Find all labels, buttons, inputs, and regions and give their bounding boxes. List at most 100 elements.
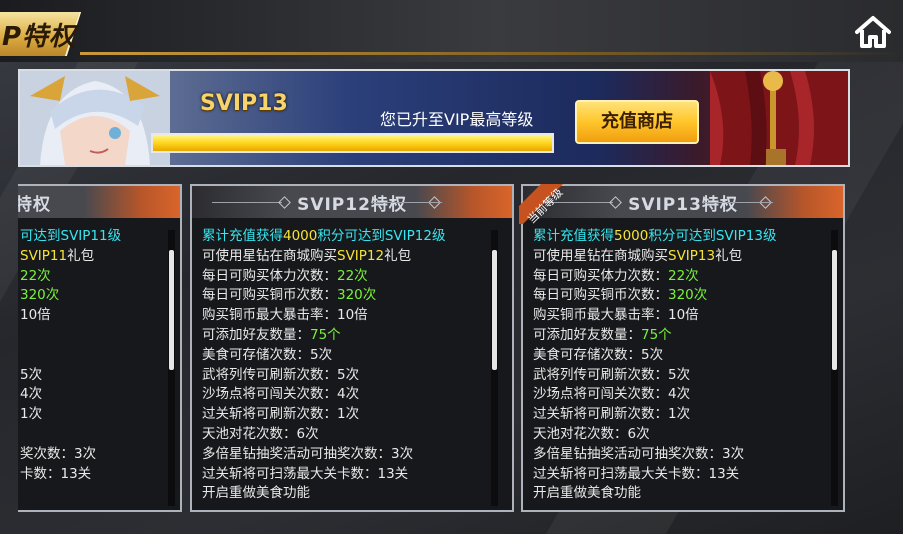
privilege-line: 10倍 <box>20 306 166 326</box>
privilege-text: 美食可存储次数：5次 <box>202 346 333 363</box>
vip-banner: SVIP13 您已升至VIP最高等级 充值商店 <box>18 69 850 167</box>
privilege-text: 320次 <box>668 287 708 304</box>
privilege-card-svip12: SVIP12特权 累计充值获得4000积分可达到SVIP12级 可使用星钻在商城购… <box>190 184 514 512</box>
privilege-line: 美食可存储次数：5次 <box>533 346 829 366</box>
svip-level-label: SVIP13 <box>200 91 288 116</box>
privilege-text: 天池对花次数：6次 <box>202 425 319 442</box>
privilege-line: 每日可购买体力次数：22次 <box>533 267 829 287</box>
privilege-cards-area[interactable]: 特权 可达到SVIP11级 SVIP11礼包 22次 320次 10倍 5次 4次 1次 奖… <box>18 180 853 520</box>
privilege-text: SVIP13 <box>668 247 716 264</box>
privilege-text: 22次 <box>20 267 51 284</box>
privilege-text: 每日可购买铜币次数： <box>533 287 668 304</box>
privilege-text: 320次 <box>337 287 377 304</box>
privilege-text: 5000 <box>614 228 649 244</box>
privilege-text: 卡数：13关 <box>20 465 92 482</box>
privilege-line <box>20 425 166 445</box>
privilege-line: 4次 <box>20 385 166 405</box>
privilege-line: 美食可存储次数：5次 <box>202 346 498 366</box>
privilege-line: 过关斩将可刷新次数：1次 <box>533 405 829 425</box>
privilege-line: 1次 <box>20 405 166 425</box>
card-scrollbar[interactable] <box>169 250 174 370</box>
privilege-line: 5次 <box>20 366 166 386</box>
privilege-text: 可达到SVIP11级 <box>20 228 122 244</box>
privilege-line: 每日可购买铜币次数：320次 <box>533 286 829 306</box>
privilege-text: 过关斩将可刷新次数：1次 <box>533 406 691 423</box>
privilege-text: 每日可购买体力次数： <box>533 267 668 284</box>
privilege-line: 可达到SVIP11级 <box>20 227 166 247</box>
card-lines: 累计充值获得4000积分可达到SVIP12级 可使用星钻在商城购买SVIP12礼包… <box>202 227 498 504</box>
privilege-text: 开启重做美食功能 <box>202 485 310 502</box>
privilege-line: 卡数：13关 <box>20 465 166 485</box>
privilege-text: 积分可达到SVIP12级 <box>317 228 446 244</box>
curtain-decoration <box>710 71 848 165</box>
privilege-line: 购买铜币最大暴击率：10倍 <box>533 306 829 326</box>
privilege-line: 可添加好友数量：75个 <box>202 326 498 346</box>
privilege-card-svip13: SVIP13特权 当前等级 累计充值获得5000积分可达到SVIP13级 可使用星… <box>519 184 845 512</box>
privilege-text: 75个 <box>310 326 341 343</box>
card-header: SVIP12特权 <box>192 186 512 218</box>
privilege-text: 22次 <box>337 267 368 284</box>
privilege-line: SVIP11礼包 <box>20 247 166 267</box>
current-level-badge: 当前等级 <box>519 184 565 224</box>
privilege-line: 320次 <box>20 286 166 306</box>
privilege-text: 累计充值获得 <box>533 228 614 244</box>
vip-progress-fill <box>153 135 552 151</box>
max-level-text: 您已升至VIP最高等级 <box>380 110 534 129</box>
privilege-text: 开启重做美食功能 <box>533 485 641 502</box>
privilege-text: 礼包 <box>384 247 412 264</box>
privilege-line <box>20 326 166 346</box>
privilege-text: 10倍 <box>20 307 51 324</box>
privilege-text: 每日可购买体力次数： <box>202 267 337 284</box>
title-decoration <box>703 202 773 203</box>
privilege-text: 奖次数：3次 <box>20 445 97 462</box>
privilege-text: 每日可购买铜币次数： <box>202 287 337 304</box>
privilege-line: 累计充值获得4000积分可达到SVIP12级 <box>202 227 498 247</box>
privilege-line: 累计充值获得5000积分可达到SVIP13级 <box>533 227 829 247</box>
privilege-text: 75个 <box>641 326 672 343</box>
privilege-text: 可使用星钻在商城购买 <box>202 247 337 264</box>
privilege-line: 开启重做美食功能 <box>533 484 829 504</box>
privilege-text: 4000 <box>283 228 318 244</box>
home-button[interactable] <box>853 14 893 50</box>
privilege-text: 多倍星钻抽奖活动可抽奖次数：3次 <box>202 445 414 462</box>
privilege-text: SVIP11 <box>20 247 68 264</box>
privilege-text: 过关斩将可扫荡最大关卡数：13关 <box>202 465 409 482</box>
privilege-text: 礼包 <box>67 247 95 264</box>
privilege-text: 累计充值获得 <box>202 228 283 244</box>
privilege-line: 每日可购买铜币次数：320次 <box>202 286 498 306</box>
privilege-text: 320次 <box>20 287 60 304</box>
title-underline <box>80 52 903 55</box>
privilege-text: 礼包 <box>715 247 743 264</box>
card-scrollbar[interactable] <box>492 250 497 370</box>
privilege-line: 过关斩将可扫荡最大关卡数：13关 <box>202 465 498 485</box>
privilege-line: 过关斩将可扫荡最大关卡数：13关 <box>533 465 829 485</box>
privilege-text: 美食可存储次数：5次 <box>533 346 664 363</box>
privilege-line: 武将列传可刷新次数：5次 <box>202 366 498 386</box>
card-lines: 累计充值获得5000积分可达到SVIP13级 可使用星钻在商城购买SVIP13礼包… <box>533 227 829 504</box>
privilege-line: 可使用星钻在商城购买SVIP12礼包 <box>202 247 498 267</box>
privilege-text: 天池对花次数：6次 <box>533 425 650 442</box>
privilege-text: 过关斩将可扫荡最大关卡数：13关 <box>533 465 740 482</box>
privilege-text: 可使用星钻在商城购买 <box>533 247 668 264</box>
privilege-line <box>20 346 166 366</box>
privilege-text: 22次 <box>668 267 699 284</box>
title-decoration <box>372 202 442 203</box>
privilege-text: 购买铜币最大暴击率：10倍 <box>202 307 368 324</box>
privilege-text: 1次 <box>20 406 43 423</box>
privilege-line: 武将列传可刷新次数：5次 <box>533 366 829 386</box>
home-icon <box>855 16 891 48</box>
privilege-card-svip11: 特权 可达到SVIP11级 SVIP11礼包 22次 320次 10倍 5次 4次 1次 奖… <box>18 184 182 512</box>
privilege-text: 沙场点将可闯关次数：4次 <box>533 386 691 403</box>
privilege-line: 奖次数：3次 <box>20 445 166 465</box>
recharge-shop-button[interactable]: 充值商店 <box>575 100 699 144</box>
privilege-line: 多倍星钻抽奖活动可抽奖次数：3次 <box>202 445 498 465</box>
card-title: SVIP12特权 <box>297 195 407 215</box>
card-scrollbar[interactable] <box>832 250 837 370</box>
privilege-text: 5次 <box>20 366 43 383</box>
privilege-text: 武将列传可刷新次数：5次 <box>533 366 691 383</box>
privilege-text: 可添加好友数量： <box>202 326 310 343</box>
vip-progress-bar <box>151 133 554 153</box>
card-title: 特权 <box>18 195 51 215</box>
privilege-text: 沙场点将可闯关次数：4次 <box>202 386 360 403</box>
character-portrait <box>20 71 170 165</box>
